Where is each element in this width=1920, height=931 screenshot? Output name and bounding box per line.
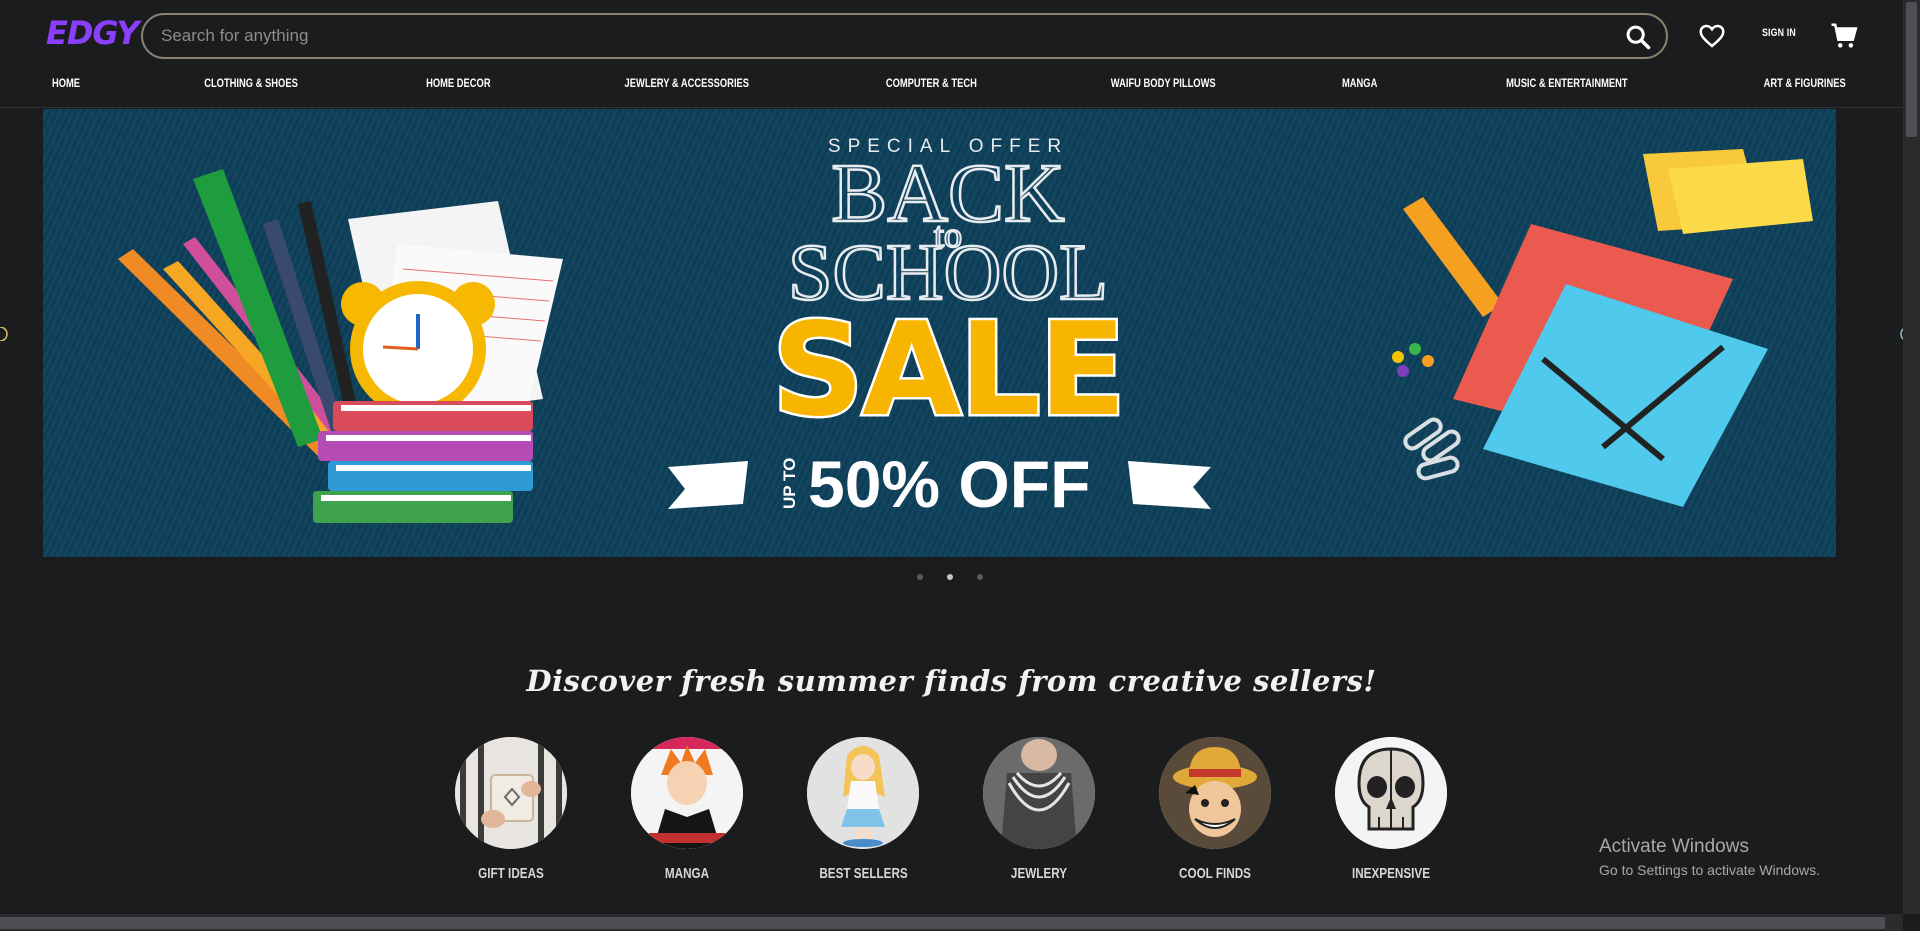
carousel-dots <box>917 574 983 580</box>
category-label: GIFT IDEAS <box>478 865 544 882</box>
scrollbar-thumb[interactable] <box>1906 2 1917 137</box>
category-gift-ideas[interactable]: GIFT IDEAS <box>455 737 567 882</box>
search-input[interactable] <box>161 15 1601 57</box>
nav-computer-tech[interactable]: COMPUTER & TECH <box>886 76 977 96</box>
notebooks-illustration <box>1453 224 1768 507</box>
gift-ideas-image <box>455 737 567 849</box>
vertical-scrollbar[interactable] <box>1903 0 1920 914</box>
best-sellers-image <box>807 737 919 849</box>
nav-home[interactable]: HOME <box>52 76 80 96</box>
nav-music-entertainment[interactable]: MUSIC & ENTERTAINMENT <box>1506 76 1628 96</box>
nav-clothing-shoes[interactable]: CLOTHING & SHOES <box>204 76 298 96</box>
books-illustration <box>313 401 533 523</box>
category-jewlery[interactable]: JEWLERY <box>983 737 1095 882</box>
carousel-dot-2[interactable] <box>947 574 953 580</box>
search-bar <box>141 13 1668 59</box>
watermark-title: Activate Windows <box>1599 836 1749 857</box>
hero-banner[interactable]: SPECIAL OFFER BACK to SCHOOL SALE UP TO … <box>43 109 1836 557</box>
paperclips-illustration <box>1403 417 1461 481</box>
nav-manga[interactable]: MANGA <box>1342 76 1377 96</box>
pencils-illustration <box>118 169 363 461</box>
category-label: BEST SELLERS <box>819 865 908 882</box>
up-to-text: UP TO <box>780 458 799 509</box>
carousel-prev-arrow[interactable] <box>0 327 8 341</box>
heart-icon[interactable] <box>1697 21 1727 51</box>
site-header: EDGY SIGN IN HOME CLOTHING & SHOES HOME … <box>0 0 1903 108</box>
horizontal-scrollbar[interactable] <box>0 914 1903 931</box>
category-label: INEXPENSIVE <box>1351 865 1431 882</box>
windows-activation-watermark: Activate Windows Go to Settings to activ… <box>1599 836 1820 878</box>
cool-finds-image <box>1159 737 1271 849</box>
search-icon[interactable] <box>1624 23 1652 51</box>
category-inexpensive[interactable]: INEXPENSIVE <box>1335 737 1447 882</box>
pushpins-illustration <box>1392 343 1434 377</box>
category-best-sellers[interactable]: BEST SELLERS <box>807 737 919 882</box>
section-headline: Discover fresh summer finds from creativ… <box>526 664 1377 698</box>
category-circles: GIFT IDEAS MANGA BEST SELLERS JEWLERY CO… <box>455 737 1447 882</box>
sale-text: SALE <box>772 296 1124 445</box>
cart-icon[interactable] <box>1829 21 1859 51</box>
nav-jewlery-accessories[interactable]: JEWLERY & ACCESSORIES <box>624 76 748 96</box>
nav-home-decor[interactable]: HOME DECOR <box>426 76 490 96</box>
discount-text: 50% OFF <box>808 447 1090 521</box>
nav-waifu-body-pillows[interactable]: WAIFU BODY PILLOWS <box>1111 76 1216 96</box>
scrollbar-thumb[interactable] <box>0 917 1885 929</box>
nav-art-figurines[interactable]: ART & FIGURINES <box>1763 76 1845 96</box>
carousel-dot-1[interactable] <box>917 574 923 580</box>
manga-image <box>631 737 743 849</box>
category-manga[interactable]: MANGA <box>631 737 743 882</box>
sticky-notes-illustration <box>1643 149 1813 234</box>
logo[interactable]: EDGY <box>46 14 140 52</box>
category-label: JEWLERY <box>1010 865 1068 882</box>
category-label: COOL FINDS <box>1179 865 1251 882</box>
inexpensive-image <box>1335 737 1447 849</box>
category-cool-finds[interactable]: COOL FINDS <box>1159 737 1271 882</box>
category-label: MANGA <box>664 865 710 882</box>
category-nav: HOME CLOTHING & SHOES HOME DECOR JEWLERY… <box>48 76 1857 96</box>
jewlery-image <box>983 737 1095 849</box>
carousel-dot-3[interactable] <box>977 574 983 580</box>
sign-in-link[interactable]: SIGN IN <box>1762 27 1796 39</box>
watermark-subtitle: Go to Settings to activate Windows. <box>1599 862 1820 878</box>
ruler-illustration <box>1403 197 1503 317</box>
